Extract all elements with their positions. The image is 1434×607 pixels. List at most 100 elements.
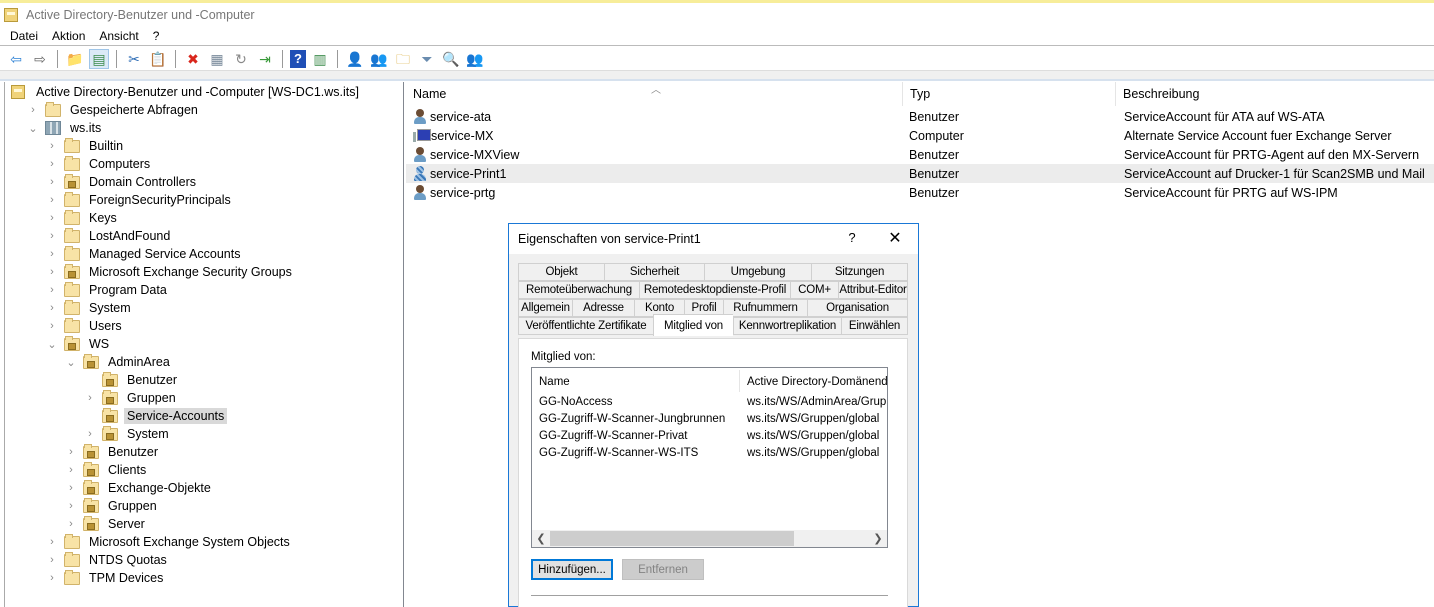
delete-icon[interactable]: ✖ [183,49,203,69]
back-icon[interactable]: ⇦ [6,49,26,69]
tab-mitglied-von[interactable]: Mitglied von [653,314,733,336]
chevron-right-icon[interactable]: › [65,500,77,512]
tree-item[interactable]: › Gespeicherte Abfragen [27,101,201,119]
menu-aktion[interactable]: Aktion [45,29,92,43]
tree-item[interactable]: › Gruppen [65,497,160,515]
member-row[interactable]: GG-Zugriff-W-Scanner-WS-ITS ws.its/WS/Gru… [532,444,887,461]
chevron-right-icon[interactable]: › [84,428,96,440]
chevron-right-icon[interactable]: › [46,536,58,548]
column-header-description[interactable]: Beschreibung [1116,82,1434,106]
chevron-right-icon[interactable]: › [46,266,58,278]
tab-kennwortreplikation[interactable]: Kennwortreplikation [733,317,841,335]
tree-item[interactable]: › Microsoft Exchange Security Groups [46,263,295,281]
help-icon[interactable]: ? [290,49,306,68]
member-column-folder[interactable]: Active Directory-Domänendienste-Ordner [740,372,887,392]
menu-help[interactable]: ? [146,29,167,43]
tree-item[interactable]: ⌄ WS [46,335,112,353]
tab-allgemein[interactable]: Allgemein [518,299,572,317]
tab-objekt[interactable]: Objekt [518,263,604,281]
tab-einwählen[interactable]: Einwählen [841,317,908,335]
tree-item[interactable]: Service-Accounts [84,407,228,425]
column-header-name[interactable]: Name ︿ [406,82,903,106]
list-row[interactable]: service-MX Computer Alternate Service Acco… [406,126,1434,145]
chevron-right-icon[interactable]: › [65,464,77,476]
add-to-group-icon[interactable]: 👥 [465,49,485,69]
tree-item[interactable]: › Exchange-Objekte [65,479,214,497]
tab-remoteüberwachung[interactable]: Remoteüberwachung [518,281,639,299]
tree-item[interactable]: › System [46,299,134,317]
chevron-down-icon[interactable]: ⌄ [27,122,39,135]
tab-umgebung[interactable]: Umgebung [704,263,811,281]
properties-icon[interactable]: ▦ [207,49,227,69]
show-action-pane-icon[interactable]: ▥ [310,49,330,69]
remove-button[interactable]: Entfernen [622,559,704,580]
tree-item[interactable]: ⌄ ws.its [27,119,104,137]
tab-rufnummern[interactable]: Rufnummern [723,299,807,317]
tree-item[interactable]: › Gruppen [84,389,179,407]
dialog-close-button[interactable]: ✕ [885,229,905,249]
chevron-down-icon[interactable]: ⌄ [46,338,58,351]
chevron-right-icon[interactable]: › [65,482,77,494]
tab-sicherheit[interactable]: Sicherheit [604,263,704,281]
chevron-down-icon[interactable]: ⌄ [65,356,77,369]
chevron-right-icon[interactable]: › [46,320,58,332]
scroll-left-icon[interactable]: ❮ [534,530,548,547]
tree-item[interactable]: › Builtin [46,137,126,155]
chevron-right-icon[interactable]: › [46,230,58,242]
chevron-right-icon[interactable]: › [84,392,96,404]
tab-veröffentlichte-zertifikate[interactable]: Veröffentlichte Zertifikate [518,317,653,335]
horizontal-scrollbar[interactable]: ❮ ❯ [532,530,887,547]
scroll-right-icon[interactable]: ❯ [871,530,885,547]
tree-item[interactable]: › Microsoft Exchange System Objects [46,533,293,551]
tree-item[interactable]: ⌄ AdminArea [65,353,173,371]
member-row[interactable]: GG-NoAccess ws.its/WS/AdminArea/Gruppen [532,393,887,410]
tree-item[interactable]: › Computers [46,155,153,173]
menu-datei[interactable]: Datei [3,29,45,43]
chevron-right-icon[interactable]: › [46,212,58,224]
up-folder-icon[interactable]: 📁 [65,49,85,69]
list-row[interactable]: service-Print1 Benutzer ServiceAccount auf… [406,164,1434,183]
tab-organisation[interactable]: Organisation [807,299,908,317]
tree-item[interactable]: Active Directory-Benutzer und -Computer … [11,83,362,101]
cut-icon[interactable]: ✂ [124,49,144,69]
chevron-right-icon[interactable]: › [46,140,58,152]
find-icon[interactable]: 🔍 [441,49,461,69]
tree-item[interactable]: › Users [46,317,125,335]
member-row[interactable]: GG-Zugriff-W-Scanner-Privat ws.its/WS/Gru… [532,427,887,444]
chevron-right-icon[interactable]: › [27,104,39,116]
chevron-right-icon[interactable]: › [46,284,58,296]
tab-sitzungen[interactable]: Sitzungen [811,263,908,281]
list-row[interactable]: service-ata Benutzer ServiceAccount für AT… [406,107,1434,126]
new-ou-icon[interactable]: 🗀 [393,49,413,69]
tree-item[interactable]: › Program Data [46,281,170,299]
tree-item[interactable]: › Domain Controllers [46,173,199,191]
dialog-help-button[interactable]: ? [845,230,859,248]
new-group-icon[interactable]: 👥 [369,49,389,69]
tree-item[interactable]: › Clients [65,461,149,479]
tab-attribut-editor[interactable]: Attribut-Editor [838,281,908,299]
tree-item[interactable]: › TPM Devices [46,569,166,587]
tree-item[interactable]: › Managed Service Accounts [46,245,243,263]
tree-item[interactable]: › System [84,425,172,443]
tree-item[interactable]: › Keys [46,209,120,227]
tree-item[interactable]: › NTDS Quotas [46,551,170,569]
show-hide-console-tree-icon[interactable]: ▤ [89,48,109,69]
chevron-right-icon[interactable]: › [46,158,58,170]
chevron-right-icon[interactable]: › [46,248,58,260]
list-row[interactable]: service-prtg Benutzer ServiceAccount für P… [406,183,1434,202]
tree-item[interactable]: › LostAndFound [46,227,173,245]
chevron-right-icon[interactable]: › [46,572,58,584]
add-button[interactable]: Hinzufügen... [531,559,613,580]
chevron-right-icon[interactable]: › [46,194,58,206]
forward-icon[interactable]: ⇨ [30,49,50,69]
filter-icon[interactable]: ⏷ [417,49,437,69]
tab-com-[interactable]: COM+ [790,281,838,299]
member-row[interactable]: GG-Zugriff-W-Scanner-Jungbrunnen ws.its/W… [532,410,887,427]
tree-item[interactable]: › Server [65,515,148,533]
member-column-name[interactable]: Name [532,372,739,392]
chevron-right-icon[interactable]: › [65,446,77,458]
tab-adresse[interactable]: Adresse [572,299,634,317]
chevron-right-icon[interactable]: › [65,518,77,530]
chevron-right-icon[interactable]: › [46,554,58,566]
menu-ansicht[interactable]: Ansicht [92,29,145,43]
